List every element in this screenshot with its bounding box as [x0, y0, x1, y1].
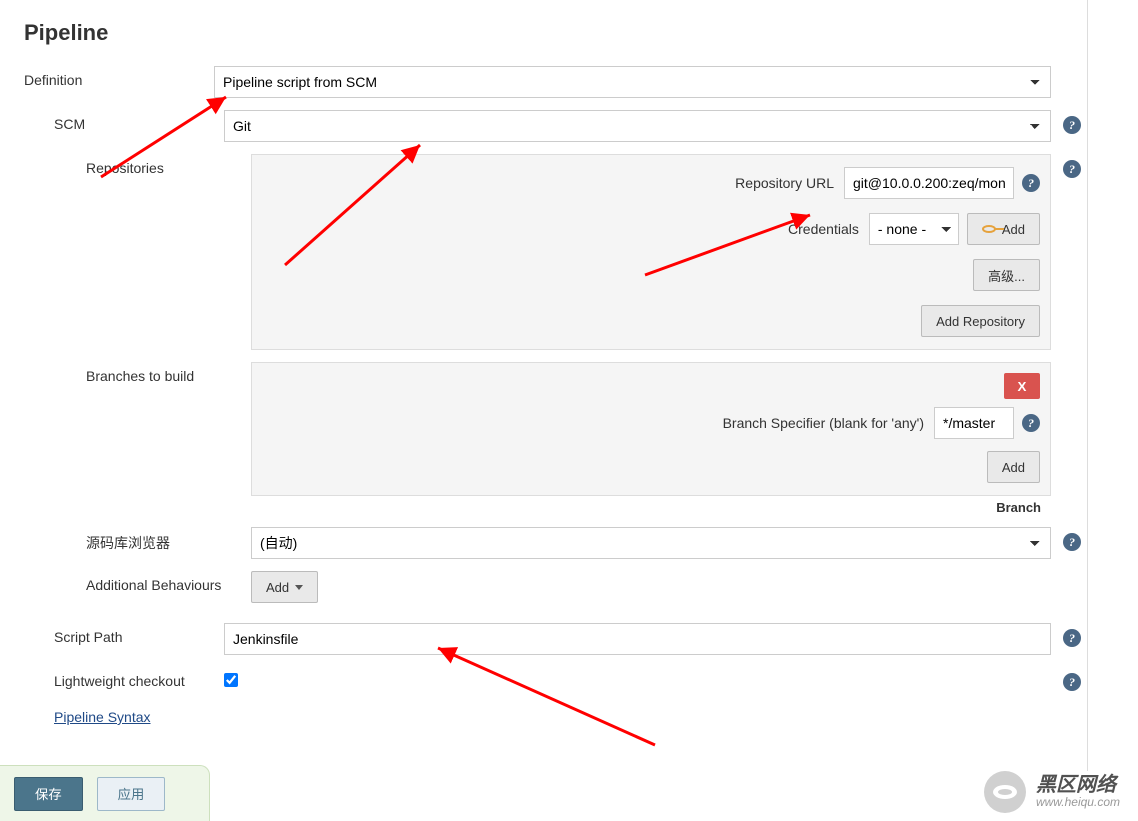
pipeline-syntax-link[interactable]: Pipeline Syntax	[54, 709, 151, 725]
branch-specifier-input[interactable]	[934, 407, 1014, 439]
add-credentials-button[interactable]: Add	[967, 213, 1040, 245]
scm-select[interactable]: Git	[224, 110, 1051, 142]
script-path-input[interactable]	[224, 623, 1051, 655]
definition-label: Definition	[24, 66, 214, 88]
add-repository-button[interactable]: Add Repository	[921, 305, 1040, 337]
advanced-button[interactable]: 高级...	[973, 259, 1040, 291]
save-button[interactable]: 保存	[14, 777, 83, 811]
repositories-box: Repository URL ? Credentials - none -	[251, 154, 1051, 350]
repo-url-label: Repository URL	[735, 175, 834, 191]
branches-box: X Branch Specifier (blank for 'any') ? A…	[251, 362, 1051, 496]
add-behaviour-button[interactable]: Add	[251, 571, 318, 603]
branch-specifier-label: Branch Specifier (blank for 'any')	[723, 415, 924, 431]
footer-bar: 保存 应用	[0, 765, 210, 821]
lightweight-label: Lightweight checkout	[54, 667, 224, 689]
scm-label: SCM	[54, 110, 224, 132]
script-path-label: Script Path	[54, 623, 224, 645]
help-icon[interactable]: ?	[1063, 116, 1081, 134]
repositories-label: Repositories	[86, 154, 251, 176]
help-icon[interactable]: ?	[1063, 673, 1081, 691]
help-icon[interactable]: ?	[1022, 414, 1040, 432]
add-branch-button[interactable]: Add	[987, 451, 1040, 483]
watermark-url: www.heiqu.com	[1036, 796, 1120, 809]
help-icon[interactable]: ?	[1063, 533, 1081, 551]
repo-browser-label: 源码库浏览器	[86, 527, 251, 553]
repo-browser-select[interactable]: (自动)	[251, 527, 1051, 559]
watermark-logo-icon	[984, 771, 1026, 813]
key-icon	[982, 225, 996, 233]
definition-select[interactable]: Pipeline script from SCM	[214, 66, 1051, 98]
additional-label: Additional Behaviours	[86, 571, 251, 593]
lightweight-checkbox[interactable]	[224, 673, 238, 687]
credentials-label: Credentials	[788, 221, 859, 237]
apply-button[interactable]: 应用	[97, 777, 166, 811]
help-icon[interactable]: ?	[1022, 174, 1040, 192]
repo-url-input[interactable]	[844, 167, 1014, 199]
branch-footer-label: Branch	[251, 496, 1051, 515]
help-icon[interactable]: ?	[1063, 629, 1081, 647]
watermark: 黑区网络 www.heiqu.com	[984, 771, 1120, 813]
watermark-title: 黑区网络	[1036, 774, 1120, 796]
section-title: Pipeline	[24, 20, 1081, 46]
chevron-down-icon	[295, 585, 303, 590]
delete-branch-button[interactable]: X	[1004, 373, 1040, 399]
credentials-select[interactable]: - none -	[869, 213, 959, 245]
help-icon[interactable]: ?	[1063, 160, 1081, 178]
branches-label: Branches to build	[86, 362, 251, 384]
